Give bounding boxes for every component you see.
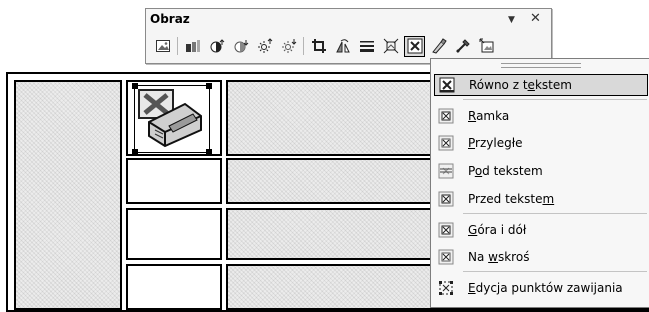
more-brightness-button[interactable] (254, 36, 275, 57)
menu-item-label: óra i dół (477, 223, 527, 237)
table-cell[interactable] (126, 264, 222, 310)
more-brightness-icon (257, 38, 272, 53)
menu-item-tight[interactable]: Przyległe (434, 132, 648, 154)
menu-item-square[interactable]: Ramka (434, 105, 648, 127)
menu-item-accelerator: w (488, 250, 498, 264)
menu-item-label: Na (468, 250, 489, 264)
color-button[interactable] (182, 36, 203, 57)
less-contrast-icon (234, 40, 248, 53)
table-cell-left[interactable] (14, 80, 122, 310)
menu-item-label: dycja punktów zawijania (475, 281, 623, 295)
square-wrap-icon (436, 107, 456, 125)
format-picture-icon (431, 38, 447, 54)
menu-item-label: Przed tekste (468, 192, 543, 206)
compress-pictures-icon (383, 38, 398, 54)
in-line-with-text-icon (437, 76, 457, 94)
edit-wrap-points-icon (436, 279, 456, 297)
resize-handle[interactable] (206, 83, 212, 89)
crop-button[interactable] (308, 36, 329, 57)
menu-item-label: skroś (497, 250, 530, 264)
menu-item-accelerator: e (527, 78, 535, 92)
menu-item-accelerator: P (468, 136, 476, 150)
resize-handle[interactable] (132, 149, 138, 155)
set-transparent-color-button[interactable] (452, 36, 473, 57)
close-icon[interactable]: ✕ (530, 11, 541, 26)
table-cell[interactable] (126, 208, 222, 260)
menu-item-in-front-of-text[interactable]: Przed tekstem (434, 188, 648, 210)
menu-item-edit-wrap-points[interactable]: Edycja punktów zawijania (434, 277, 648, 299)
table-cell[interactable] (126, 158, 222, 204)
menu-item-accelerator: m (542, 192, 555, 206)
printer-picture-icon (138, 89, 202, 148)
resize-handle[interactable] (132, 83, 138, 89)
through-wrap-icon (436, 248, 456, 266)
menu-item-label: kstem (534, 78, 572, 92)
menu-item-in-line-with-text[interactable]: Równo z tekstem (434, 74, 648, 96)
menu-item-accelerator: R (468, 109, 477, 123)
picture-toolbar: Obraz ▼ ✕ (145, 8, 552, 64)
menu-item-label: P (468, 164, 475, 178)
menu-item-behind-text[interactable]: Pod tekstem (434, 160, 648, 182)
reset-picture-icon (479, 38, 493, 53)
menu-separator (463, 213, 647, 214)
menu-drag-handle[interactable] (501, 63, 581, 68)
resize-handle[interactable] (206, 149, 212, 155)
set-transparent-color-icon (455, 39, 470, 53)
menu-item-accelerator: E (468, 281, 476, 295)
insert-picture-button[interactable] (152, 36, 173, 57)
reset-picture-button[interactable] (476, 36, 497, 57)
line-style-icon (359, 41, 374, 52)
insert-picture-icon (155, 40, 170, 52)
menu-separator (463, 271, 647, 272)
rotate-left-button[interactable] (332, 36, 353, 57)
less-brightness-button[interactable] (278, 36, 299, 57)
more-contrast-icon (210, 39, 224, 53)
text-wrapping-button[interactable] (404, 35, 425, 57)
less-brightness-icon (281, 39, 296, 53)
behind-text-icon (436, 162, 456, 180)
toolbar-options-icon[interactable]: ▼ (508, 15, 515, 25)
less-contrast-button[interactable] (230, 36, 251, 57)
menu-separator (463, 99, 647, 100)
compress-pictures-button[interactable] (380, 36, 401, 57)
toolbar-buttons (152, 33, 500, 59)
text-wrapping-icon (407, 38, 422, 54)
toolbar-separator (177, 37, 178, 55)
menu-item-label: Równo z t (469, 78, 528, 92)
toolbar-separator (303, 37, 304, 55)
in-front-of-text-icon (436, 190, 456, 208)
color-icon (185, 40, 200, 52)
selected-picture[interactable] (132, 83, 212, 155)
menu-item-top-and-bottom[interactable]: Góra i dół (434, 219, 648, 241)
format-picture-button[interactable] (428, 36, 449, 57)
line-style-button[interactable] (356, 36, 377, 57)
menu-item-accelerator: G (468, 223, 478, 237)
tight-wrap-icon (436, 134, 456, 152)
crop-icon (311, 39, 326, 53)
more-contrast-button[interactable] (206, 36, 227, 57)
menu-item-label: amka (476, 109, 510, 123)
menu-item-label: rzyległe (475, 136, 523, 150)
toolbar-title[interactable]: Obraz (146, 9, 551, 31)
rotate-left-icon (335, 39, 350, 53)
top-and-bottom-icon (436, 221, 456, 239)
text-wrapping-menu: Równo z tekstem Ramka Przyległe Pod teks… (430, 58, 649, 308)
menu-item-label: d tekstem (482, 164, 543, 178)
menu-item-through[interactable]: Na wskroś (434, 246, 648, 268)
